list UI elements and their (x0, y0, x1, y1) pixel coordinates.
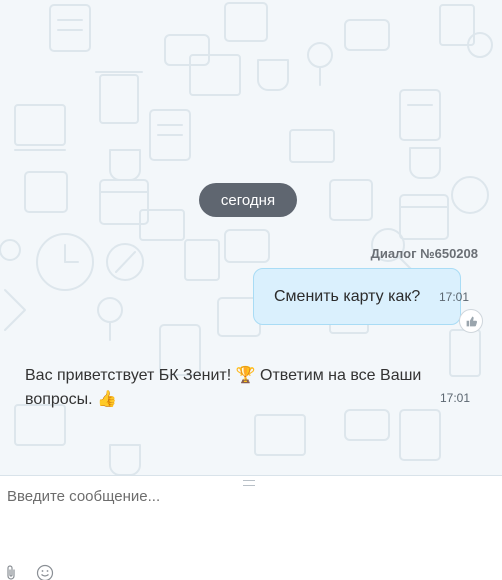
incoming-message-time: 17:01 (440, 391, 471, 405)
outgoing-message-time: 17:01 (439, 290, 470, 304)
incoming-message: Вас приветствует БК Зенит! 🏆 Ответим на … (25, 363, 475, 411)
incoming-message-text-part1: Вас приветствует БК Зенит! (25, 367, 232, 384)
attach-icon[interactable] (5, 564, 17, 580)
thumbs-up-icon (466, 316, 477, 326)
composer-divider (0, 475, 502, 476)
emoji-icon[interactable] (36, 564, 54, 580)
like-button[interactable] (459, 309, 483, 333)
dialog-number-label: Диалог №650208 (370, 246, 478, 261)
date-separator: сегодня (199, 183, 297, 217)
outgoing-message-bubble: Сменить карту как? 17:01 (253, 268, 469, 325)
thumbs-up-emoji-icon: 👍 (97, 389, 117, 408)
trophy-icon: 🏆 (235, 365, 256, 384)
chat-history: сегодня Диалог №650208 Сменить карту как… (0, 0, 502, 475)
message-input[interactable] (0, 486, 502, 556)
outgoing-message-text: Сменить карту как? (274, 288, 421, 305)
